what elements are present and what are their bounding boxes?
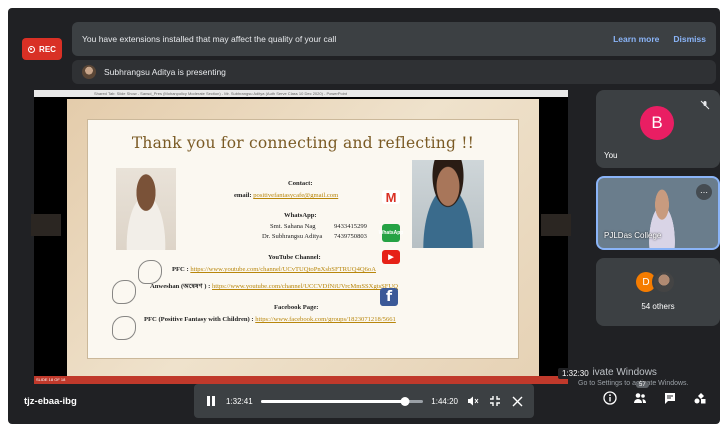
close-icon[interactable] bbox=[510, 394, 524, 408]
illustration-icon bbox=[112, 280, 136, 304]
whatsapp-icon: WhatsApp bbox=[379, 224, 403, 242]
facebook-label: Facebook Page: bbox=[274, 304, 319, 311]
bottom-bar: tjz-ebaa-ibg 1:32:30 1:32:41 1:44:20 57 bbox=[8, 368, 720, 424]
people-icon[interactable]: 57 bbox=[632, 382, 649, 406]
record-icon bbox=[28, 45, 36, 53]
avatar bbox=[652, 270, 676, 294]
anweshan-youtube-link: https://www.youtube.com/channel/UCCVDfNi… bbox=[212, 283, 398, 290]
seek-handle[interactable] bbox=[400, 396, 410, 406]
facebook-line: PFC (Positive Fantasy with Children) : h… bbox=[144, 316, 396, 323]
contact1-name: Smt. Sahana Nag bbox=[270, 223, 316, 230]
recording-indicator: REC bbox=[22, 38, 62, 60]
facebook-link: https://www.facebook.com/groups/18230712… bbox=[255, 316, 396, 323]
volume-mute-icon[interactable] bbox=[466, 394, 480, 408]
banner-message: You have extensions installed that may a… bbox=[82, 34, 337, 44]
meeting-code: tjz-ebaa-ibg bbox=[24, 396, 77, 407]
gmail-icon: M bbox=[382, 190, 400, 205]
participant-name: PJLDas College bbox=[604, 231, 662, 240]
pfc-line: PFC : https://www.youtube.com/channel/UC… bbox=[172, 266, 376, 273]
contact2-phone: 7439750803 bbox=[334, 233, 367, 240]
slide-content: Thank you for connecting and reflecting … bbox=[87, 119, 519, 359]
contact1-phone: 9433415299 bbox=[334, 223, 367, 230]
current-time: 1:32:41 bbox=[226, 396, 253, 406]
slide-side-bar-left bbox=[31, 214, 61, 236]
participant-name: You bbox=[604, 151, 618, 160]
slide-side-bar-right bbox=[541, 214, 571, 236]
presenter-avatar bbox=[82, 65, 96, 79]
chat-icon[interactable] bbox=[662, 390, 678, 406]
email-line: email: positivefantasycafe@gmail.com bbox=[234, 192, 338, 199]
playback-controls: 1:32:30 1:32:41 1:44:20 bbox=[194, 368, 593, 418]
contact2-name: Dr. Subhrangsu Aditya bbox=[262, 233, 323, 240]
shared-screen[interactable]: Shared Tab: Slide Show - Sansd_Pres (Moh… bbox=[31, 90, 571, 384]
pfc-label: PFC : bbox=[172, 266, 189, 273]
seek-tooltip: 1:32:30 bbox=[558, 368, 593, 379]
participant-tile-you[interactable]: B You bbox=[596, 90, 720, 168]
presenter-photo-right bbox=[412, 160, 484, 248]
others-count: 54 others bbox=[641, 302, 675, 311]
info-icon[interactable] bbox=[602, 390, 618, 406]
more-vert-icon[interactable]: ⋯ bbox=[696, 184, 712, 200]
presenting-text: Subhrangsu Aditya is presenting bbox=[104, 67, 226, 77]
powerpoint-title-bar: Shared Tab: Slide Show - Sansd_Pres (Moh… bbox=[34, 90, 568, 97]
slide-title: Thank you for connecting and reflecting … bbox=[131, 134, 475, 152]
meet-window: REC You have extensions installed that m… bbox=[8, 8, 720, 424]
email-link: positivefantasycafe@gmail.com bbox=[253, 192, 339, 199]
dismiss-button[interactable]: Dismiss bbox=[673, 34, 706, 44]
whatsapp-label: WhatsApp: bbox=[284, 212, 317, 219]
anweshan-label: Anweshan (অন্বেষণ ) : bbox=[150, 283, 211, 290]
presenter-photo-left bbox=[116, 168, 176, 250]
pause-icon[interactable] bbox=[204, 394, 218, 408]
youtube-icon: ▶ bbox=[382, 250, 400, 264]
people-count-badge: 57 bbox=[636, 382, 649, 388]
presenting-bar: Subhrangsu Aditya is presenting bbox=[72, 60, 716, 84]
extensions-banner: You have extensions installed that may a… bbox=[72, 22, 716, 56]
pfc-youtube-link: https://www.youtube.com/channel/UCvTUQto… bbox=[190, 266, 376, 273]
illustration-icon bbox=[112, 316, 136, 340]
participant-tile-others[interactable]: D 54 others bbox=[596, 258, 720, 326]
mic-off-icon bbox=[700, 100, 710, 110]
meeting-side-icons: 57 bbox=[602, 382, 708, 406]
learn-more-link[interactable]: Learn more bbox=[613, 34, 659, 44]
total-time: 1:44:20 bbox=[431, 396, 458, 406]
rec-label: REC bbox=[39, 44, 56, 54]
anweshan-line: Anweshan (অন্বেষণ ) : https://www.youtub… bbox=[150, 280, 398, 292]
presentation-slide: Thank you for connecting and reflecting … bbox=[67, 99, 539, 377]
activities-icon[interactable] bbox=[692, 390, 708, 406]
seek-slider[interactable] bbox=[260, 396, 424, 406]
exit-fullscreen-icon[interactable] bbox=[488, 394, 502, 408]
contact-label: Contact: bbox=[288, 180, 313, 187]
participant-tile-camera[interactable]: ⋯ PJLDas College bbox=[596, 176, 720, 250]
youtube-label: YouTube Channel: bbox=[268, 254, 321, 261]
avatar: B bbox=[640, 106, 674, 140]
seek-progress bbox=[260, 399, 406, 403]
facebook-icon: f bbox=[380, 288, 398, 306]
email-label: email: bbox=[234, 192, 252, 199]
facebook-prefix: PFC (Positive Fantasy with Children) : bbox=[144, 316, 254, 323]
